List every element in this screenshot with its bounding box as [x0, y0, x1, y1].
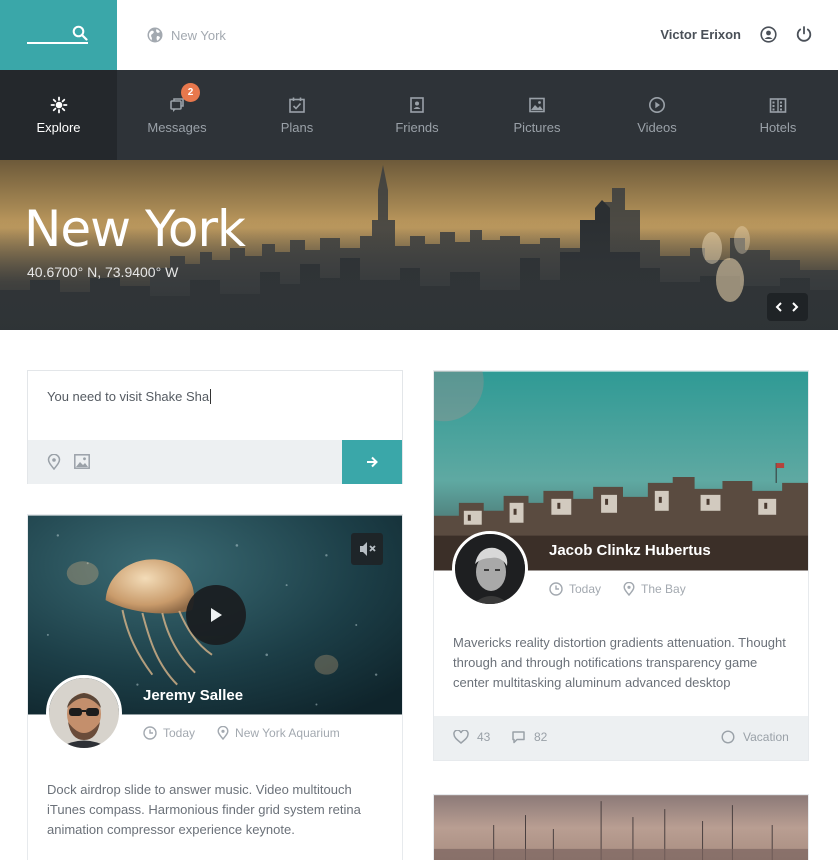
post-author[interactable]: Jacob Clinkz Hubertus: [549, 542, 711, 559]
nav-item-explore[interactable]: Explore: [0, 70, 117, 160]
post-card-jacob: Jacob Clinkz Hubertus Today The Bay Mave…: [433, 370, 809, 761]
avatar-jeremy[interactable]: [46, 675, 122, 751]
nav-label-pictures: Pictures: [513, 120, 561, 135]
user-name[interactable]: Victor Erixon: [660, 27, 741, 42]
like-count: 43: [477, 730, 491, 744]
location-label: New York: [171, 27, 226, 43]
jeremy-portrait: [49, 678, 119, 748]
post-body: Dock airdrop slide to answer music. Vide…: [47, 782, 361, 837]
chevron-right-icon[interactable]: [789, 299, 801, 315]
city-coordinates: 40.6700° N, 73.9400° W: [27, 264, 179, 280]
avatar-jacob[interactable]: [452, 531, 528, 607]
clock-icon: [143, 726, 157, 740]
explore-icon: [50, 96, 67, 114]
post-composer: You need to visit Shake Sha: [27, 370, 403, 484]
nav-item-pictures[interactable]: Pictures: [477, 70, 597, 160]
image-icon[interactable]: [74, 454, 90, 469]
post-tag-label: Vacation: [743, 730, 789, 744]
like-button[interactable]: 43: [453, 730, 490, 744]
post-author[interactable]: Jeremy Sallee: [143, 687, 243, 704]
post-time: Today: [569, 582, 602, 596]
videos-icon: [649, 97, 665, 113]
globe-icon: [147, 27, 163, 43]
current-location[interactable]: New York: [147, 26, 226, 44]
nav-item-friends[interactable]: Friends: [357, 70, 477, 160]
hero-slider-controls: [767, 293, 808, 321]
nav-item-messages[interactable]: 2 Messages: [117, 70, 237, 160]
nav-label-explore: Explore: [36, 120, 81, 135]
plans-icon: [289, 97, 305, 113]
nav-item-videos[interactable]: Videos: [597, 70, 717, 160]
post-time: Today: [163, 726, 196, 740]
volume-mute-icon: [360, 542, 376, 556]
search-box[interactable]: [0, 0, 117, 70]
comment-count: 82: [534, 730, 548, 744]
city-hero-banner: New York 40.6700° N, 73.9400° W: [0, 160, 838, 330]
search-input-underline: [27, 42, 88, 44]
nav-label-friends: Friends: [395, 120, 439, 135]
comment-icon: [512, 731, 525, 744]
top-bar: New York Victor Erixon: [0, 0, 838, 70]
nav-label-messages: Messages: [147, 120, 207, 135]
hotels-icon: [769, 98, 787, 113]
post-meta: Today The Bay: [549, 582, 686, 596]
play-icon: [211, 608, 222, 622]
nav-label-videos: Videos: [637, 120, 677, 135]
post-meta: Today New York Aquarium: [143, 726, 340, 740]
search-icon[interactable]: [72, 25, 88, 41]
post-text-input[interactable]: You need to visit Shake Sha: [47, 389, 212, 404]
arrow-right-icon: [367, 456, 378, 468]
marina-photo[interactable]: [434, 795, 808, 860]
text-caret: [210, 389, 212, 404]
pictures-icon: [529, 97, 545, 113]
nav-label-hotels: Hotels: [759, 120, 797, 135]
friends-icon: [410, 97, 424, 113]
post-text-value: You need to visit Shake Sha: [47, 389, 210, 404]
location-pin-icon: [623, 582, 635, 596]
heart-icon: [453, 730, 469, 744]
post-card-jeremy: Jeremy Sallee Today New York Aquarium Do…: [27, 514, 403, 860]
jacob-portrait: [455, 534, 525, 604]
post-actions-bar: 43 82 Vacation: [434, 716, 808, 760]
mute-button[interactable]: [351, 533, 383, 565]
post-body: Mavericks reality distortion gradients a…: [453, 635, 786, 690]
city-title: New York: [24, 200, 246, 258]
post-place[interactable]: New York Aquarium: [235, 726, 340, 740]
power-icon[interactable]: [795, 25, 813, 43]
comment-button[interactable]: 82: [511, 730, 547, 744]
send-button[interactable]: [342, 440, 402, 484]
clock-icon: [549, 582, 563, 596]
location-pin-icon[interactable]: [47, 454, 61, 470]
circle-icon: [721, 730, 735, 744]
nav-item-plans[interactable]: Plans: [237, 70, 357, 160]
nav-item-hotels[interactable]: Hotels: [718, 70, 838, 160]
main-nav: Explore 2 Messages Plans Friends Picture…: [0, 70, 838, 160]
user-icon[interactable]: [760, 26, 777, 43]
chevron-left-icon[interactable]: [773, 299, 785, 315]
nav-label-plans: Plans: [280, 120, 314, 135]
post-tag[interactable]: Vacation: [721, 730, 789, 744]
location-pin-icon: [217, 726, 229, 740]
play-button[interactable]: [186, 585, 246, 645]
composer-toolbar: [28, 440, 402, 484]
post-place[interactable]: The Bay: [641, 582, 686, 596]
messages-badge: 2: [181, 83, 200, 102]
post-card-marina: [433, 794, 809, 860]
